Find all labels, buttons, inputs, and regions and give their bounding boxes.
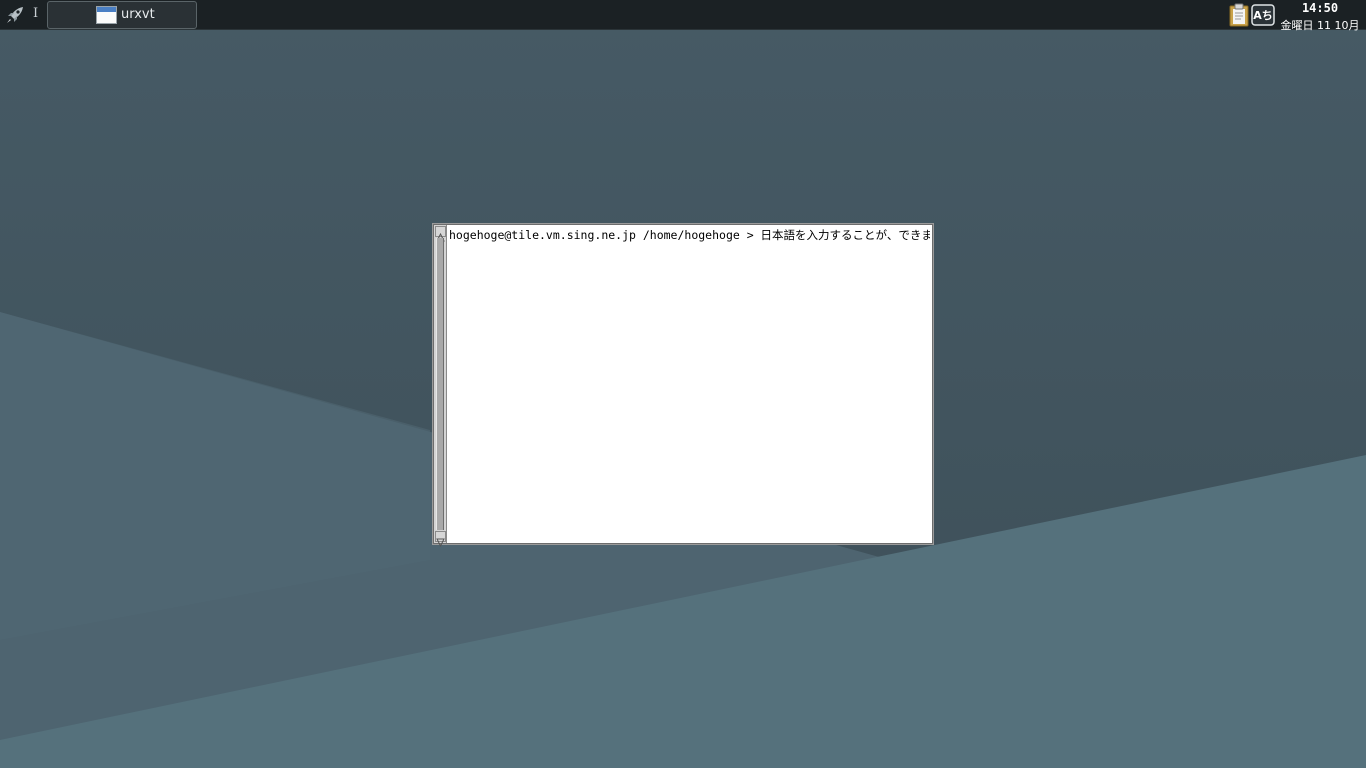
terminal-window[interactable]: hogehoge@tile.vm.sing.ne.jp /home/hogeho…	[432, 223, 934, 548]
panel-clock[interactable]: 14:50 金曜日 11 10月	[1276, 0, 1364, 32]
clock-time: 14:50	[1301, 1, 1339, 15]
taskbar-item-urxvt[interactable]: urxvt	[47, 1, 197, 29]
panel-separator: I	[33, 6, 39, 21]
terminal-line: hogehoge@tile.vm.sing.ne.jp /home/hogeho…	[449, 228, 930, 242]
scroll-up-arrow-icon[interactable]	[435, 226, 446, 242]
clock-date: 金曜日 11 10月	[1280, 19, 1360, 32]
top-panel: I urxvt Aち 14:50 金曜日 11 10月	[0, 0, 1366, 32]
window-icon	[96, 6, 117, 24]
scroll-down-arrow-icon[interactable]	[435, 531, 446, 548]
taskbar-item-label: urxvt	[121, 7, 155, 22]
terminal-scrollbar[interactable]	[434, 225, 447, 548]
rocket-icon[interactable]	[4, 4, 26, 26]
input-method-icon[interactable]: Aち	[1251, 3, 1275, 27]
clipboard-icon[interactable]	[1228, 3, 1250, 27]
desktop: I urxvt Aち 14:50 金曜日 11 10月 hogehoge@til…	[0, 0, 1366, 768]
terminal-output[interactable]: hogehoge@tile.vm.sing.ne.jp /home/hogeho…	[449, 227, 930, 541]
scrollbar-thumb[interactable]	[436, 238, 444, 530]
input-method-glyph: Aち	[1253, 9, 1273, 22]
